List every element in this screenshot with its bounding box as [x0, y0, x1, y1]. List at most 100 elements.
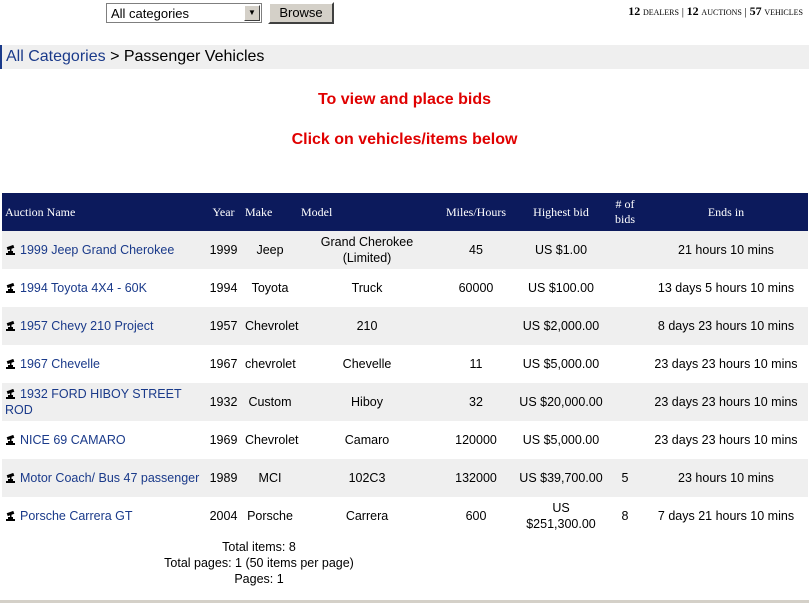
cell-miles: 11 [436, 345, 516, 383]
cell-miles: 32 [436, 383, 516, 421]
dealers-count: 12 [628, 4, 641, 18]
stats-separator: | [744, 6, 747, 18]
breadcrumb-all-categories-link[interactable]: All Categories [6, 48, 106, 65]
auction-name-link[interactable]: 1994 Toyota 4X4 - 60K [20, 281, 147, 295]
cell-miles [436, 307, 516, 345]
cell-ends-in: 7 days 21 hours 10 mins [644, 497, 808, 535]
vehicles-count: 57 [749, 4, 762, 18]
cell-ends-in: 8 days 23 hours 10 mins [644, 307, 808, 345]
gavel-icon [5, 509, 16, 521]
col-miles-hours[interactable]: Miles/Hours [436, 193, 516, 231]
table-row[interactable]: 1967 Chevelle 1967 chevrolet Chevelle 11 US $… [2, 345, 808, 383]
cell-model: Truck [298, 269, 436, 307]
cell-year: 2004 [205, 497, 242, 535]
col-year[interactable]: Year [205, 193, 242, 231]
auction-name-link[interactable]: NICE 69 CAMARO [20, 433, 126, 447]
cell-year: 1969 [205, 421, 242, 459]
cell-highest-bid: US $20,000.00 [516, 383, 606, 421]
cell-auction-name: Porsche Carrera GT [2, 497, 205, 535]
browse-button[interactable]: Browse [268, 2, 334, 24]
cell-highest-bid: US $2,000.00 [516, 307, 606, 345]
cell-num-bids: 8 [606, 497, 644, 535]
cell-year: 1994 [205, 269, 242, 307]
auction-name-link[interactable]: 1932 FORD HIBOY STREET ROD [5, 387, 181, 417]
cell-model: Camaro [298, 421, 436, 459]
cell-num-bids: 5 [606, 459, 644, 497]
cell-auction-name: Motor Coach/ Bus 47 passenger [2, 459, 205, 497]
auction-table: Auction Name Year Make Model Miles/Hours… [2, 193, 808, 535]
cell-miles: 60000 [436, 269, 516, 307]
auction-name-link[interactable]: 1957 Chevy 210 Project [20, 319, 153, 333]
table-row[interactable]: Porsche Carrera GT 2004 Porsche Carrera 600 U… [2, 497, 808, 535]
cell-highest-bid: US $100.00 [516, 269, 606, 307]
table-header-row: Auction Name Year Make Model Miles/Hours… [2, 193, 808, 231]
gavel-icon [5, 243, 16, 255]
auction-name-link[interactable]: 1999 Jeep Grand Cherokee [20, 243, 174, 257]
breadcrumb-current: Passenger Vehicles [123, 48, 265, 65]
cell-year: 1999 [205, 231, 242, 269]
table-row[interactable]: Motor Coach/ Bus 47 passenger 1989 MCI 102C… [2, 459, 808, 497]
gavel-icon [5, 433, 16, 445]
cell-model: Grand Cherokee (Limited) [298, 231, 436, 269]
cell-year: 1932 [205, 383, 242, 421]
cell-ends-in: 13 days 5 hours 10 mins [644, 269, 808, 307]
cell-num-bids [606, 269, 644, 307]
cell-highest-bid: US $39,700.00 [516, 459, 606, 497]
cell-ends-in: 21 hours 10 mins [644, 231, 808, 269]
cell-make: chevrolet [242, 345, 298, 383]
col-auction-name[interactable]: Auction Name [2, 193, 205, 231]
breadcrumb-separator: > [110, 48, 120, 65]
cell-model: Chevelle [298, 345, 436, 383]
gavel-icon [5, 471, 16, 483]
cell-year: 1967 [205, 345, 242, 383]
cell-num-bids [606, 345, 644, 383]
cell-miles: 132000 [436, 459, 516, 497]
col-model[interactable]: Model [298, 193, 436, 231]
cell-highest-bid: US $5,000.00 [516, 345, 606, 383]
col-ends-in[interactable]: Ends in [644, 193, 808, 231]
dealers-label: dealers [642, 6, 679, 18]
cell-ends-in: 23 days 23 hours 10 mins [644, 421, 808, 459]
gavel-icon [5, 357, 16, 369]
table-row[interactable]: NICE 69 CAMARO 1969 Chevrolet Camaro 120000 U… [2, 421, 808, 459]
col-highest-bid[interactable]: Highest bid [516, 193, 606, 231]
cell-auction-name: 1994 Toyota 4X4 - 60K [2, 269, 205, 307]
cell-model: Carrera [298, 497, 436, 535]
table-row[interactable]: 1932 FORD HIBOY STREET ROD 1932 Custom Hibo… [2, 383, 808, 421]
cell-miles: 600 [436, 497, 516, 535]
auction-name-link[interactable]: Porsche Carrera GT [20, 509, 133, 523]
auctions-count: 12 [686, 4, 699, 18]
cell-auction-name: NICE 69 CAMARO [2, 421, 205, 459]
pagination-summary: Total items: 8 Total pages: 1 (50 items … [0, 539, 518, 587]
auction-name-link[interactable]: Motor Coach/ Bus 47 passenger [20, 471, 199, 485]
cell-highest-bid: US $5,000.00 [516, 421, 606, 459]
table-row[interactable]: 1957 Chevy 210 Project 1957 Chevrolet 210 US… [2, 307, 808, 345]
cell-highest-bid: US $251,300.00 [516, 497, 606, 535]
cell-make: Jeep [242, 231, 298, 269]
table-row[interactable]: 1999 Jeep Grand Cherokee 1999 Jeep Grand Ch… [2, 231, 808, 269]
chevron-down-icon[interactable]: ▼ [244, 5, 260, 21]
cell-ends-in: 23 days 23 hours 10 mins [644, 383, 808, 421]
promo-line-1: To view and place bids [317, 91, 492, 108]
cell-auction-name: 1999 Jeep Grand Cherokee [2, 231, 205, 269]
category-select-value: All categories [111, 6, 190, 21]
cell-ends-in: 23 days 23 hours 10 mins [644, 345, 808, 383]
table-row[interactable]: 1994 Toyota 4X4 - 60K 1994 Toyota Truck 6000… [2, 269, 808, 307]
gavel-icon [5, 387, 16, 399]
category-select[interactable]: All categories ▼ [106, 3, 262, 23]
cell-make: Custom [242, 383, 298, 421]
pages: Pages: 1 [234, 572, 284, 586]
promo-line-2: Click on vehicles/items below [291, 131, 518, 148]
auction-name-link[interactable]: 1967 Chevelle [20, 357, 100, 371]
total-pages: Total pages: 1 (50 items per page) [164, 556, 354, 570]
cell-make: Porsche [242, 497, 298, 535]
col-make[interactable]: Make [242, 193, 298, 231]
cell-make: MCI [242, 459, 298, 497]
cell-miles: 120000 [436, 421, 516, 459]
col-num-bids[interactable]: # of bids [606, 193, 644, 231]
cell-year: 1989 [205, 459, 242, 497]
cell-model: 210 [298, 307, 436, 345]
cell-make: Chevrolet [242, 421, 299, 459]
cell-num-bids [606, 421, 644, 459]
gavel-icon [5, 281, 16, 293]
